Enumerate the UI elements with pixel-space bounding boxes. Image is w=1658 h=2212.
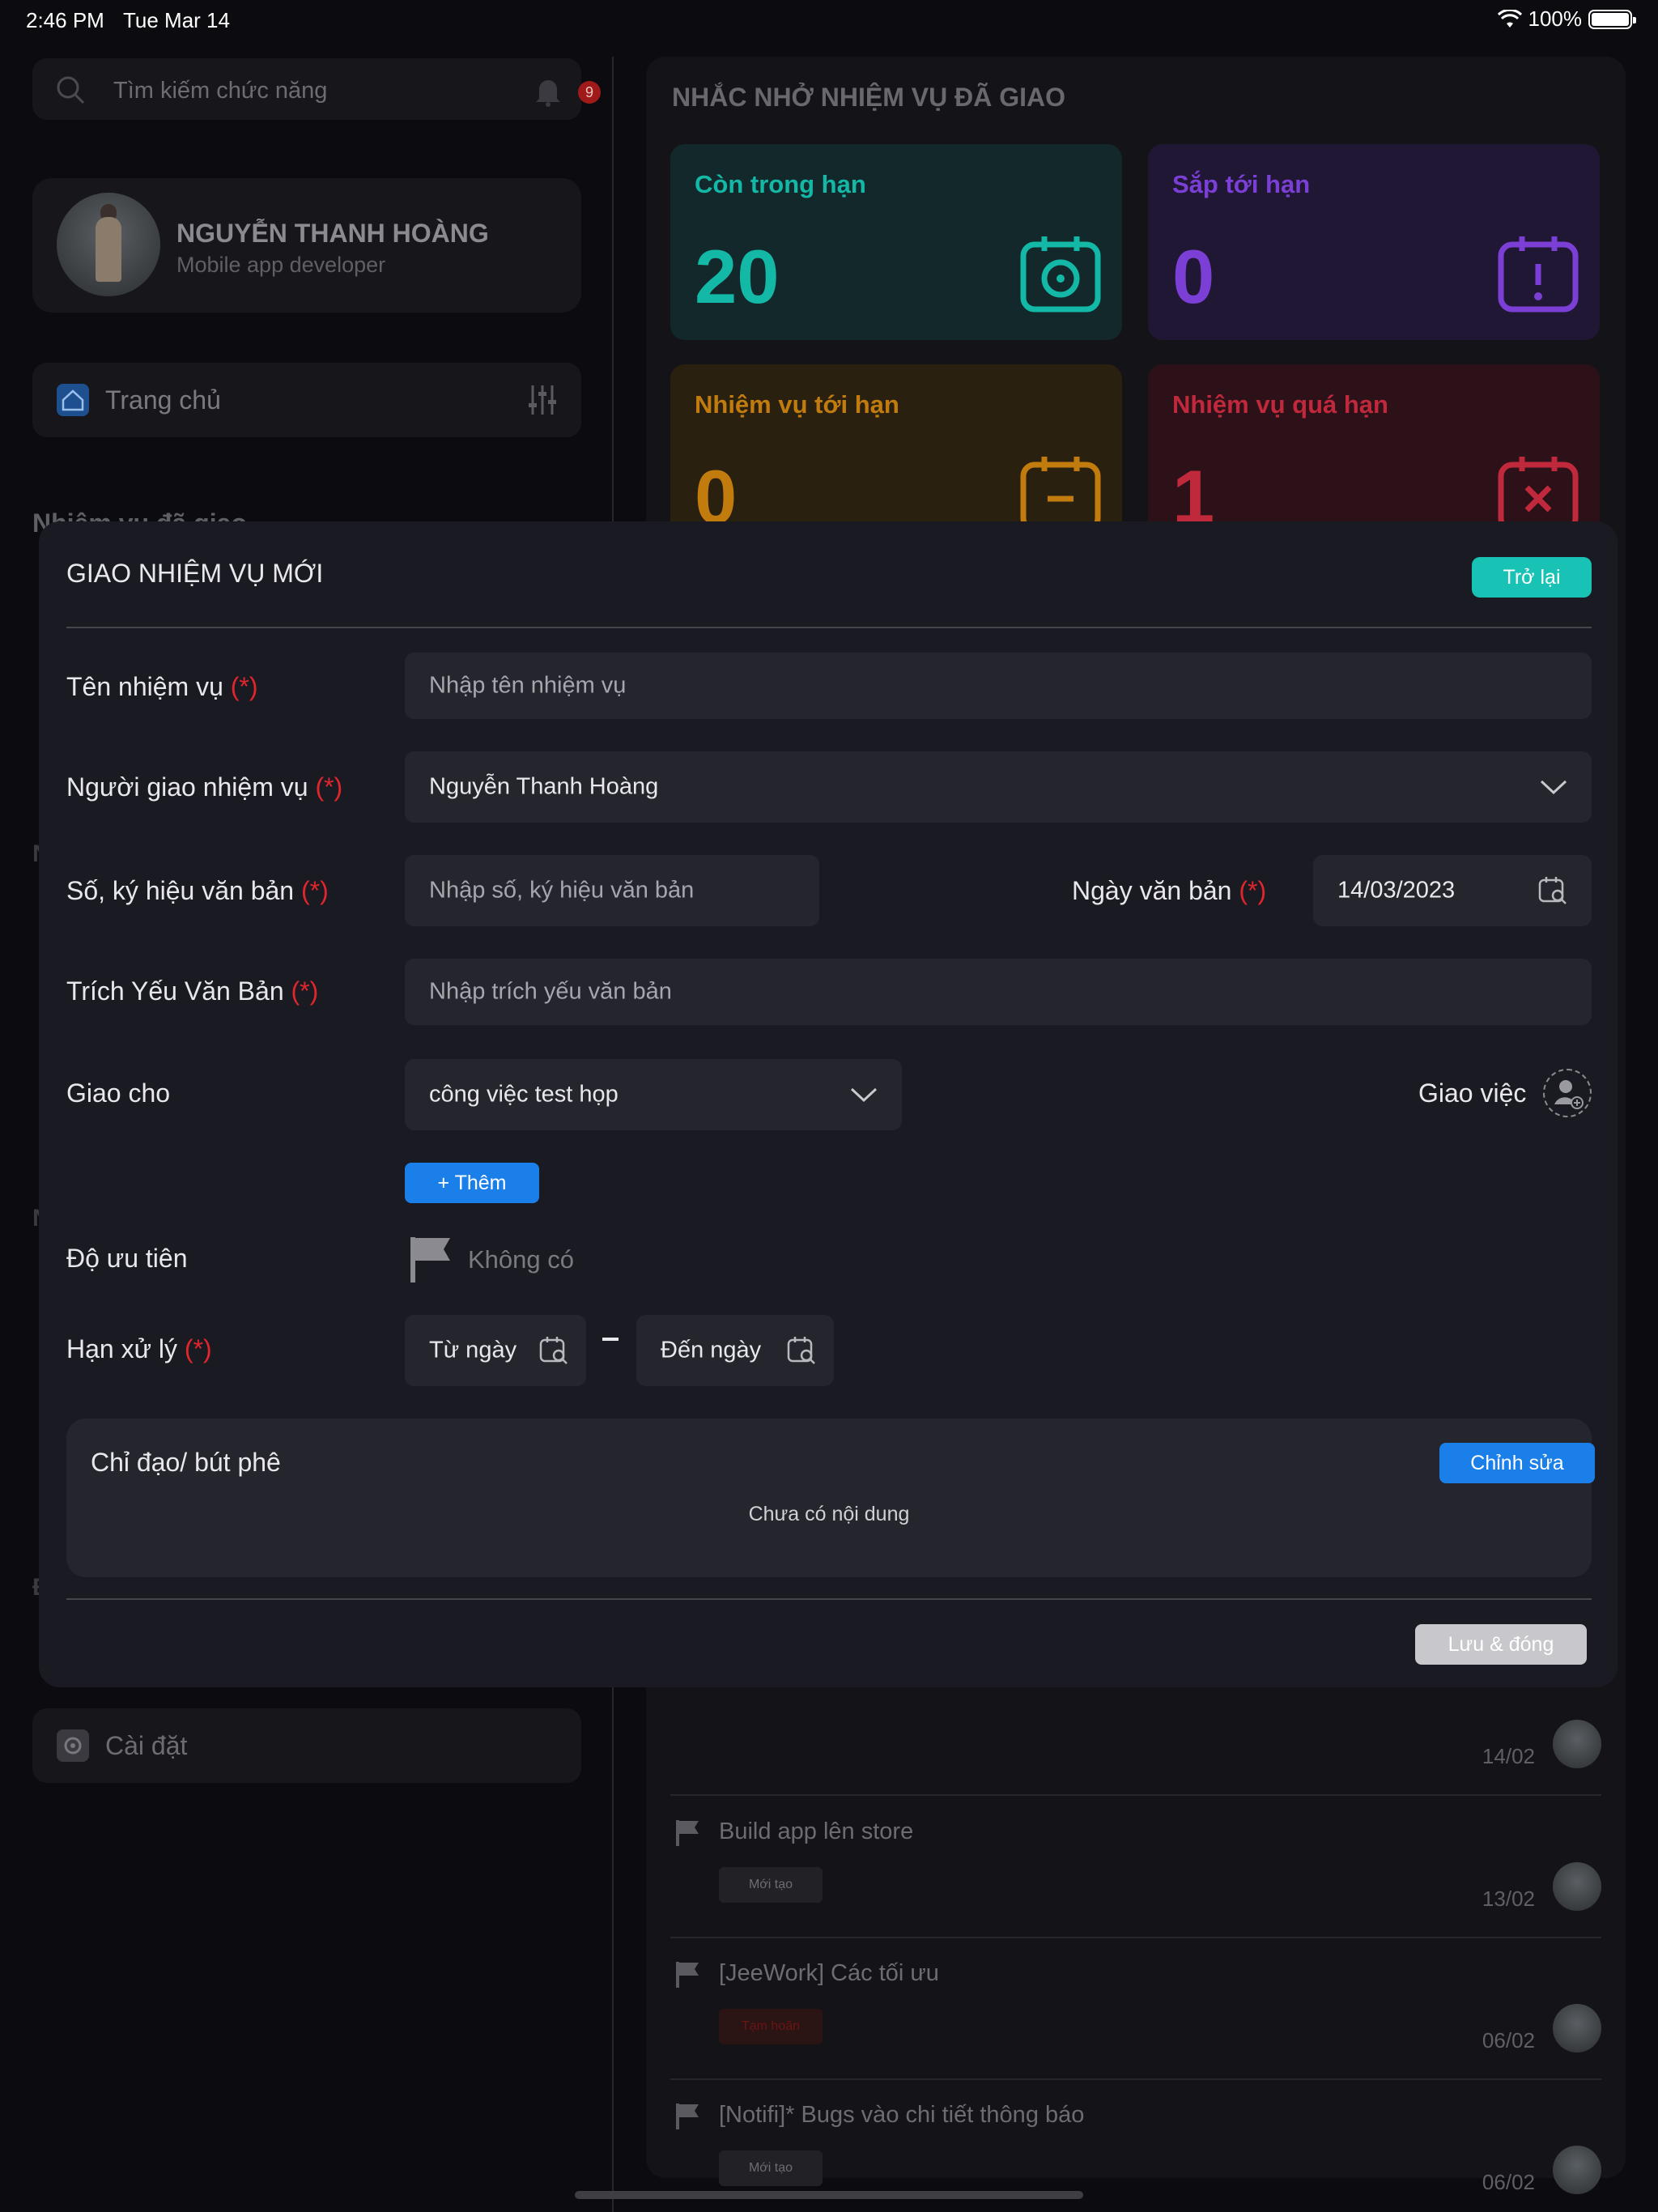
task-date: 14/02: [1482, 1744, 1535, 1768]
sidebar-item-home[interactable]: Trang chủ: [32, 363, 581, 437]
deadline-from-text: Từ ngày: [429, 1337, 517, 1363]
deadline-from-picker[interactable]: Từ ngày: [405, 1315, 586, 1386]
sidebar-item-label: Trang chủ: [105, 385, 221, 415]
priority-label: Độ ưu tiên: [66, 1244, 188, 1273]
avatar: [1553, 1862, 1601, 1911]
search-placeholder: Tìm kiếm chức năng: [113, 78, 328, 104]
doc-number-placeholder: Nhập số, ký hiệu văn bản: [429, 877, 695, 904]
flag-icon: [676, 2104, 699, 2129]
sidebar-item-label: Cài đặt: [105, 1731, 188, 1760]
direction-title: Chỉ đạo/ bút phê: [91, 1448, 281, 1477]
divider: [66, 1598, 1592, 1600]
calendar-search-icon[interactable]: [1538, 876, 1567, 905]
assigner-label: Người giao nhiệm vụ (*): [66, 772, 343, 802]
task-name-label: Tên nhiệm vụ (*): [66, 672, 258, 701]
alarm-clock-icon: [1020, 236, 1101, 313]
flag-icon: [676, 1820, 699, 1846]
stat-label: Nhiệm vụ tới hạn: [695, 390, 899, 419]
home-icon: [57, 384, 89, 416]
back-button[interactable]: Trở lại: [1472, 557, 1592, 598]
range-dash: [602, 1338, 619, 1341]
assign-to-label: Giao cho: [66, 1078, 171, 1108]
status-date: Tue Mar 14: [123, 8, 230, 32]
calendar-alert-icon: [1498, 236, 1579, 313]
stat-value: 20: [695, 234, 780, 319]
chevron-down-icon: [850, 1087, 878, 1103]
list-item[interactable]: Build app lên store Mới tạo 13/02: [670, 1797, 1601, 1938]
gear-icon: [57, 1729, 89, 1762]
stat-label: Còn trong hạn: [695, 170, 866, 198]
profile-card[interactable]: NGUYỄN THANH HOÀNG Mobile app developer: [32, 178, 581, 313]
assign-task-label: Giao việc: [1418, 1078, 1527, 1108]
assign-to-select[interactable]: công việc test họp: [405, 1059, 902, 1130]
task-name-input[interactable]: Nhập tên nhiệm vụ: [405, 653, 1592, 719]
chevron-down-icon: [1540, 780, 1567, 795]
stat-card-due-soon[interactable]: Sắp tới hạn 0: [1148, 144, 1600, 340]
assigner-select[interactable]: Nguyễn Thanh Hoàng: [405, 751, 1592, 823]
edit-button[interactable]: Chỉnh sửa: [1439, 1443, 1595, 1483]
status-badge: Mới tạo: [719, 1867, 823, 1903]
avatar: [1553, 1720, 1601, 1768]
status-time: 2:46 PM: [26, 8, 104, 32]
doc-date-picker[interactable]: 14/03/2023: [1313, 855, 1592, 926]
notification-badge: 9: [578, 81, 601, 104]
stat-label: Nhiệm vụ quá hạn: [1172, 390, 1388, 419]
doc-summary-input[interactable]: Nhập trích yếu văn bản: [405, 959, 1592, 1025]
doc-number-input[interactable]: Nhập số, ký hiệu văn bản: [405, 855, 819, 926]
doc-date-value: 14/03/2023: [1337, 877, 1456, 904]
profile-name: NGUYỄN THANH HOÀNG: [176, 219, 489, 248]
avatar: [1553, 2004, 1601, 2052]
search-icon: [57, 76, 85, 104]
calendar-search-icon: [539, 1337, 568, 1364]
battery-icon: [1588, 9, 1636, 29]
wifi-icon: [1497, 9, 1522, 28]
assign-to-value: công việc test họp: [429, 1081, 619, 1108]
stat-value: 0: [1172, 234, 1215, 319]
profile-role: Mobile app developer: [176, 253, 386, 277]
status-badge: Mới tạo: [719, 2150, 823, 2186]
add-user-icon[interactable]: [1543, 1069, 1592, 1117]
deadline-to-text: Đến ngày: [661, 1337, 762, 1363]
search-input[interactable]: Tìm kiếm chức năng 9: [32, 58, 601, 120]
flag-icon[interactable]: [408, 1234, 453, 1284]
task-date: 06/02: [1482, 2028, 1535, 2052]
doc-summary-placeholder: Nhập trích yếu văn bản: [429, 978, 672, 1005]
deadline-label: Hạn xử lý (*): [66, 1334, 212, 1363]
sidebar-item-settings[interactable]: Cài đặt: [32, 1708, 581, 1783]
save-close-button[interactable]: Lưu & đóng: [1415, 1624, 1587, 1665]
modal-title: GIAO NHIỆM VỤ MỚI: [66, 559, 324, 588]
assigner-value: Nguyễn Thanh Hoàng: [429, 773, 659, 800]
task-name-placeholder: Nhập tên nhiệm vụ: [429, 672, 627, 699]
direction-box: Chỉ đạo/ bút phê Chỉnh sửa Chưa có nội d…: [66, 1419, 1595, 1577]
battery-percent: 100%: [1528, 6, 1583, 31]
task-title: [Notifi]* Bugs vào chi tiết thông báo: [719, 2102, 1085, 2128]
task-date: 06/02: [1482, 2170, 1535, 2194]
deadline-to-picker[interactable]: Đến ngày: [636, 1315, 834, 1386]
doc-date-label: Ngày văn bản (*): [1072, 876, 1267, 905]
priority-value[interactable]: Không có: [468, 1245, 574, 1274]
status-badge: Tạm hoãn: [719, 2009, 823, 2044]
bell-icon[interactable]: [533, 74, 563, 107]
status-right: 100%: [1497, 6, 1636, 32]
avatar: [57, 193, 160, 296]
doc-summary-label: Trích Yếu Văn Bản (*): [66, 976, 319, 1006]
panel-title: NHẮC NHỞ NHIỆM VỤ ĐÃ GIAO: [672, 83, 1065, 112]
stat-label: Sắp tới hạn: [1172, 170, 1311, 198]
add-assignee-button[interactable]: + Thêm: [405, 1163, 539, 1203]
task-title: [JeeWork] Các tối ưu: [719, 1960, 939, 1986]
task-title: Build app lên store: [719, 1819, 914, 1844]
list-item[interactable]: [JeeWork] Các tối ưu Tạm hoãn 06/02: [670, 1939, 1601, 2080]
flag-icon: [676, 1962, 699, 1988]
sliders-icon[interactable]: [528, 384, 557, 416]
home-indicator: [575, 2191, 1083, 2199]
divider: [66, 627, 1592, 628]
status-bar: 2:46 PM Tue Mar 14 100%: [0, 0, 1658, 39]
avatar: [1553, 2146, 1601, 2194]
new-task-modal: GIAO NHIỆM VỤ MỚI Trở lại Tên nhiệm vụ (…: [39, 521, 1618, 1687]
doc-number-label: Số, ký hiệu văn bản (*): [66, 876, 329, 905]
task-date: 13/02: [1482, 1887, 1535, 1911]
empty-content-text: Chưa có nội dung: [748, 1503, 910, 1525]
stat-card-in-time[interactable]: Còn trong hạn 20: [670, 144, 1122, 340]
calendar-search-icon: [787, 1337, 815, 1364]
